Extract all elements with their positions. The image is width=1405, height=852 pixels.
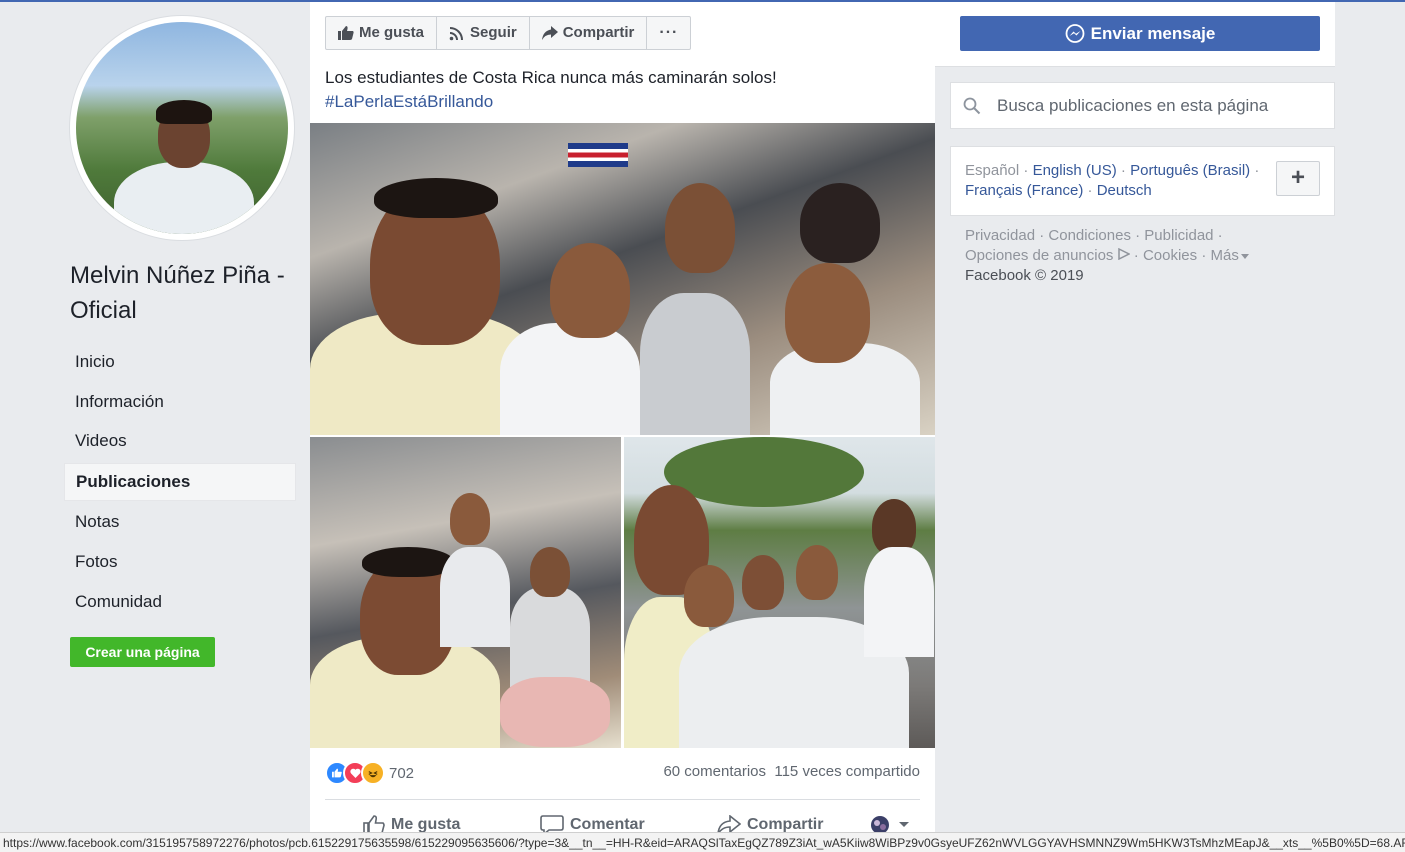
follow-label: Seguir (470, 24, 517, 41)
nav-item-informacion[interactable]: Información (64, 384, 296, 420)
nav-item-inicio[interactable]: Inicio (64, 344, 296, 380)
page-actions-group: Me gusta Seguir Compartir ··· (325, 16, 692, 50)
messenger-icon (1065, 23, 1085, 43)
nav-item-notas[interactable]: Notas (64, 504, 296, 540)
thumbs-up-icon (338, 26, 354, 40)
photo-figure (785, 263, 870, 363)
follow-button[interactable]: Seguir (437, 17, 530, 49)
comment-share-counts: 60 comentarios 115 veces compartido (663, 763, 920, 780)
post-message: Los estudiantes de Costa Rica nunca más … (325, 68, 777, 87)
nav-item-videos[interactable]: Videos (64, 423, 296, 459)
share-page-label: Compartir (562, 24, 635, 41)
search-input[interactable] (995, 94, 1319, 117)
send-message-button[interactable]: Enviar mensaje (960, 16, 1320, 51)
create-page-button[interactable]: Crear una página (70, 637, 215, 667)
photo-figure (684, 565, 734, 627)
language-link[interactable]: Deutsch (1097, 182, 1152, 199)
photo-bag (500, 677, 610, 747)
current-language: Español (965, 162, 1020, 179)
ad-choices-icon (1117, 247, 1131, 261)
post-text-block: Los estudiantes de Costa Rica nunca más … (325, 66, 777, 114)
footer-copyright: Facebook © 2019 (965, 267, 1084, 284)
photo-figure (362, 547, 454, 577)
photo-figure (440, 547, 510, 647)
like-page-button[interactable]: Me gusta (326, 17, 438, 49)
profile-picture[interactable] (70, 16, 294, 240)
footer-link-cookies[interactable]: Cookies (1143, 247, 1197, 264)
nav-item-publicaciones[interactable]: Publicaciones (64, 462, 296, 501)
photo-figure (864, 547, 934, 657)
add-language-button[interactable]: + (1276, 161, 1320, 196)
post-divider (325, 799, 920, 800)
post-card: Los estudiantes de Costa Rica nunca más … (310, 66, 935, 852)
photo-figure-shirt (114, 162, 254, 234)
page-search-box (950, 82, 1335, 129)
footer-link-ads[interactable]: Publicidad (1144, 227, 1213, 244)
page-footer: Privacidad · Condiciones · Publicidad · … (965, 226, 1305, 286)
page-title[interactable]: Melvin Núñez Piña - Oficial (70, 258, 305, 328)
photo-figure (640, 293, 750, 435)
nav-item-fotos[interactable]: Fotos (64, 544, 296, 580)
comments-count[interactable]: 60 comentarios (663, 763, 766, 780)
more-dots-icon: ··· (659, 24, 679, 41)
share-arrow-icon (541, 26, 558, 40)
language-link[interactable]: English (US) (1033, 162, 1117, 179)
footer-more-label: Más (1210, 247, 1239, 264)
post-photo-3[interactable] (624, 437, 935, 748)
browser-status-bar: https://www.facebook.com/315195758972276… (0, 832, 1405, 852)
photo-figure (374, 178, 498, 218)
haha-reaction-icon (361, 761, 385, 785)
reaction-count: 702 (389, 764, 415, 782)
photo-figure (500, 323, 640, 435)
photo-figure (796, 545, 838, 600)
footer-link-privacy[interactable]: Privacidad (965, 227, 1035, 244)
search-icon (963, 97, 981, 114)
photo-figure (550, 243, 630, 338)
footer-link-more[interactable]: Más (1211, 247, 1249, 264)
language-selector-box: Español · English (US) · Português (Bras… (950, 146, 1335, 216)
chevron-down-icon (899, 822, 909, 827)
footer-link-ad-choices[interactable]: Opciones de anuncios (965, 247, 1113, 264)
page-nav: Inicio Información Videos Publicaciones … (64, 344, 296, 623)
language-list: Español · English (US) · Português (Bras… (965, 162, 1260, 199)
photo-figure (450, 493, 490, 545)
page-header-bar: Me gusta Seguir Compartir ··· Enviar men… (310, 2, 1335, 67)
photo-figure (665, 183, 735, 273)
send-message-label: Enviar mensaje (1090, 23, 1216, 43)
photo-figure (800, 183, 880, 263)
more-options-button[interactable]: ··· (647, 17, 690, 49)
caret-down-icon (1240, 254, 1249, 259)
photo-figure (510, 587, 590, 687)
post-stats: 702 60 comentarios 115 veces compartido (325, 761, 920, 785)
photo-flag (568, 143, 628, 167)
nav-item-comunidad[interactable]: Comunidad (64, 584, 296, 620)
like-page-label: Me gusta (359, 24, 425, 41)
footer-link-terms[interactable]: Condiciones (1048, 227, 1131, 244)
profile-photo (76, 22, 288, 234)
shares-count[interactable]: 115 veces compartido (774, 763, 920, 780)
post-photo-1[interactable] (310, 123, 935, 435)
photo-figure-hair (156, 100, 212, 124)
share-page-button[interactable]: Compartir (530, 17, 648, 49)
post-hashtag[interactable]: #LaPerlaEstáBrillando (325, 90, 777, 114)
reaction-summary[interactable]: 702 (325, 761, 414, 785)
post-photo-2[interactable] (310, 437, 621, 748)
photo-figure (742, 555, 784, 610)
photo-figure (530, 547, 570, 597)
language-link[interactable]: Français (France) (965, 182, 1083, 199)
language-link[interactable]: Português (Brasil) (1130, 162, 1250, 179)
rss-icon (449, 27, 464, 41)
